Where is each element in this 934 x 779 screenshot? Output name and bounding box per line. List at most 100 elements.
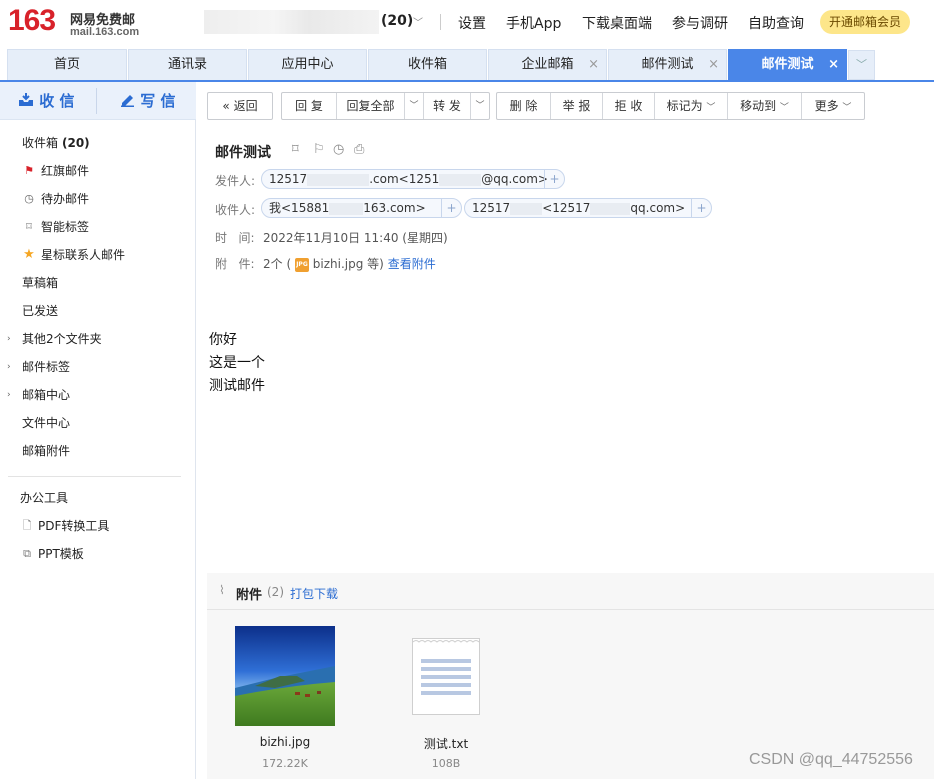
view-attachments-link[interactable]: 查看附件: [388, 257, 436, 271]
chevron-right-icon[interactable]: ›: [7, 328, 11, 350]
sender-addr-end: @qq.com>: [481, 172, 548, 186]
reject-button[interactable]: 拒 收: [603, 93, 654, 119]
tab-label: 通讯录: [167, 57, 207, 72]
sidebar-item-mail-attachments[interactable]: 邮箱附件: [0, 440, 196, 462]
reply-all-button[interactable]: 回复全部: [337, 93, 404, 119]
attachment-label: 附 件:: [215, 257, 255, 271]
sidebar-item-other-folders[interactable]: › 其他2个文件夹: [0, 328, 196, 350]
body-line: 你好: [209, 332, 237, 348]
vip-button[interactable]: 开通邮箱会员: [820, 10, 910, 34]
sidebar-item-drafts[interactable]: 草稿箱: [0, 272, 196, 294]
tab-mail-test[interactable]: 邮件测试 ×: [608, 49, 727, 80]
attachment-name[interactable]: 测试.txt: [396, 735, 496, 752]
pen-icon: [121, 95, 134, 107]
redacted-blur: [307, 173, 370, 186]
sidebar-item-inbox[interactable]: 收件箱 (20): [0, 132, 196, 154]
sidebar-item-label: 其他2个文件夹: [22, 332, 102, 346]
logo-163[interactable]: 163: [8, 4, 56, 38]
print-icon[interactable]: ⎙: [354, 142, 364, 157]
attachment-thumbnail-bizhi[interactable]: [235, 626, 335, 726]
tab-mail-test-active[interactable]: 邮件测试 ×: [728, 49, 847, 80]
tab-home[interactable]: 首页: [7, 49, 127, 80]
add-contact-plus-icon[interactable]: +: [691, 199, 711, 217]
write-button[interactable]: 写 信: [120, 82, 175, 120]
sidebar-item-pdf-tool[interactable]: 🗋 PDF转换工具: [0, 515, 196, 537]
close-icon[interactable]: ×: [828, 50, 839, 80]
sidebar-item-ppt-template[interactable]: ⧉ PPT模板: [0, 543, 196, 565]
recipient-chip-1[interactable]: 我<15881 163.com> +: [261, 198, 462, 218]
desktop-download-link[interactable]: 下载桌面端: [582, 13, 652, 33]
add-contact-plus-icon[interactable]: +: [441, 199, 461, 217]
tab-contacts[interactable]: 通讯录: [128, 49, 247, 80]
bookmark-icon[interactable]: ⌑: [292, 142, 299, 157]
tab-label: 企业邮箱: [521, 57, 574, 72]
chevron-right-icon[interactable]: ›: [7, 384, 11, 406]
office-tools-heading: 办公工具: [0, 487, 196, 509]
sidebar-item-mail-tags[interactable]: › 邮件标签: [0, 356, 196, 378]
flag-icon[interactable]: ⚐: [313, 142, 325, 157]
sidebar-item-todo[interactable]: ◷ 待办邮件: [0, 188, 196, 210]
sidebar-item-flagged[interactable]: ⚑ 红旗邮件: [0, 160, 196, 182]
sidebar-item-sent[interactable]: 已发送: [0, 300, 196, 322]
forward-button[interactable]: 转 发: [424, 93, 470, 119]
recipient-chip-2[interactable]: 12517 <12517 qq.com> +: [464, 198, 712, 218]
to-label: 收件人:: [215, 203, 256, 217]
sidebar-item-starred-contacts[interactable]: ★ 星标联系人邮件: [0, 244, 196, 266]
close-icon[interactable]: ×: [708, 50, 719, 80]
sender-name-start: 12517: [269, 172, 308, 186]
sender-chip[interactable]: 12517 .com<1251 @qq.com> +: [261, 169, 565, 189]
sidebar-item-label: 文件中心: [22, 416, 71, 430]
body-line: 测试邮件: [209, 378, 265, 394]
mark-as-button[interactable]: 标记为 ﹀: [655, 93, 727, 119]
account-name-blurred[interactable]: [204, 10, 379, 34]
clock-icon[interactable]: ◷: [333, 142, 344, 157]
tab-enterprise-mail[interactable]: 企业邮箱 ×: [488, 49, 607, 80]
recipient1-end: 163.com>: [363, 201, 426, 215]
mail-subject: 邮件测试: [215, 145, 271, 161]
sidebar-item-mail-center[interactable]: › 邮箱中心: [0, 384, 196, 406]
delete-button[interactable]: 删 除: [497, 93, 550, 119]
download-all-link[interactable]: 打包下载: [290, 585, 338, 602]
inbox-count: (20): [62, 136, 90, 150]
close-icon[interactable]: ×: [588, 50, 599, 80]
recipient2-start: 12517: [472, 201, 511, 215]
reply-button[interactable]: 回 复: [282, 93, 336, 119]
tab-overflow-chevron-icon[interactable]: ﹀: [848, 50, 875, 80]
mark-as-label: 标记为: [666, 99, 703, 113]
tab-label: 收件箱: [407, 57, 447, 72]
receive-button[interactable]: 收 信: [18, 82, 74, 120]
self-service-link[interactable]: 自助查询: [748, 13, 804, 33]
attachment-name[interactable]: bizhi.jpg: [235, 735, 335, 749]
unread-count[interactable]: (20): [381, 13, 413, 29]
forward-chevron-down-icon[interactable]: ﹀: [471, 93, 489, 119]
reply-all-chevron-down-icon[interactable]: ﹀: [405, 93, 423, 119]
landscape-image: [235, 626, 335, 726]
recipient1-start: 我<15881: [269, 201, 330, 215]
sidebar-item-label: 待办邮件: [41, 192, 90, 206]
sidebar-item-smart-tags[interactable]: ⌑ 智能标签: [0, 216, 196, 238]
more-button[interactable]: 更多 ﹀: [802, 93, 864, 119]
sidebar-item-label: 收件箱: [22, 136, 59, 150]
attachments-count: (2): [267, 585, 284, 599]
sidebar-item-file-center[interactable]: 文件中心: [0, 412, 196, 434]
attachment-first-file: bizhi.jpg 等): [312, 257, 384, 271]
bookmark-icon: ⌑: [26, 220, 32, 233]
attachment-count-prefix: 2个 (: [263, 257, 292, 271]
move-to-button[interactable]: 移动到 ﹀: [728, 93, 801, 119]
attachments-title: 附件: [236, 588, 263, 603]
text-file-icon[interactable]: [412, 638, 480, 715]
attachment-size: 172.22K: [262, 757, 308, 770]
back-button[interactable]: « 返回: [207, 92, 273, 120]
chevron-down-icon[interactable]: ﹀: [413, 14, 423, 29]
settings-link[interactable]: 设置: [458, 13, 486, 33]
back-label: 返回: [233, 99, 258, 113]
survey-link[interactable]: 参与调研: [672, 13, 728, 33]
divider: [96, 88, 97, 114]
report-button[interactable]: 举 报: [551, 93, 602, 119]
add-contact-plus-icon[interactable]: +: [544, 170, 564, 188]
chevron-right-icon[interactable]: ›: [7, 356, 11, 378]
tab-app-center[interactable]: 应用中心: [248, 49, 367, 80]
tab-inbox[interactable]: 收件箱: [368, 49, 487, 80]
redacted-blur: [590, 202, 631, 215]
mobile-app-link[interactable]: 手机App: [506, 13, 561, 33]
